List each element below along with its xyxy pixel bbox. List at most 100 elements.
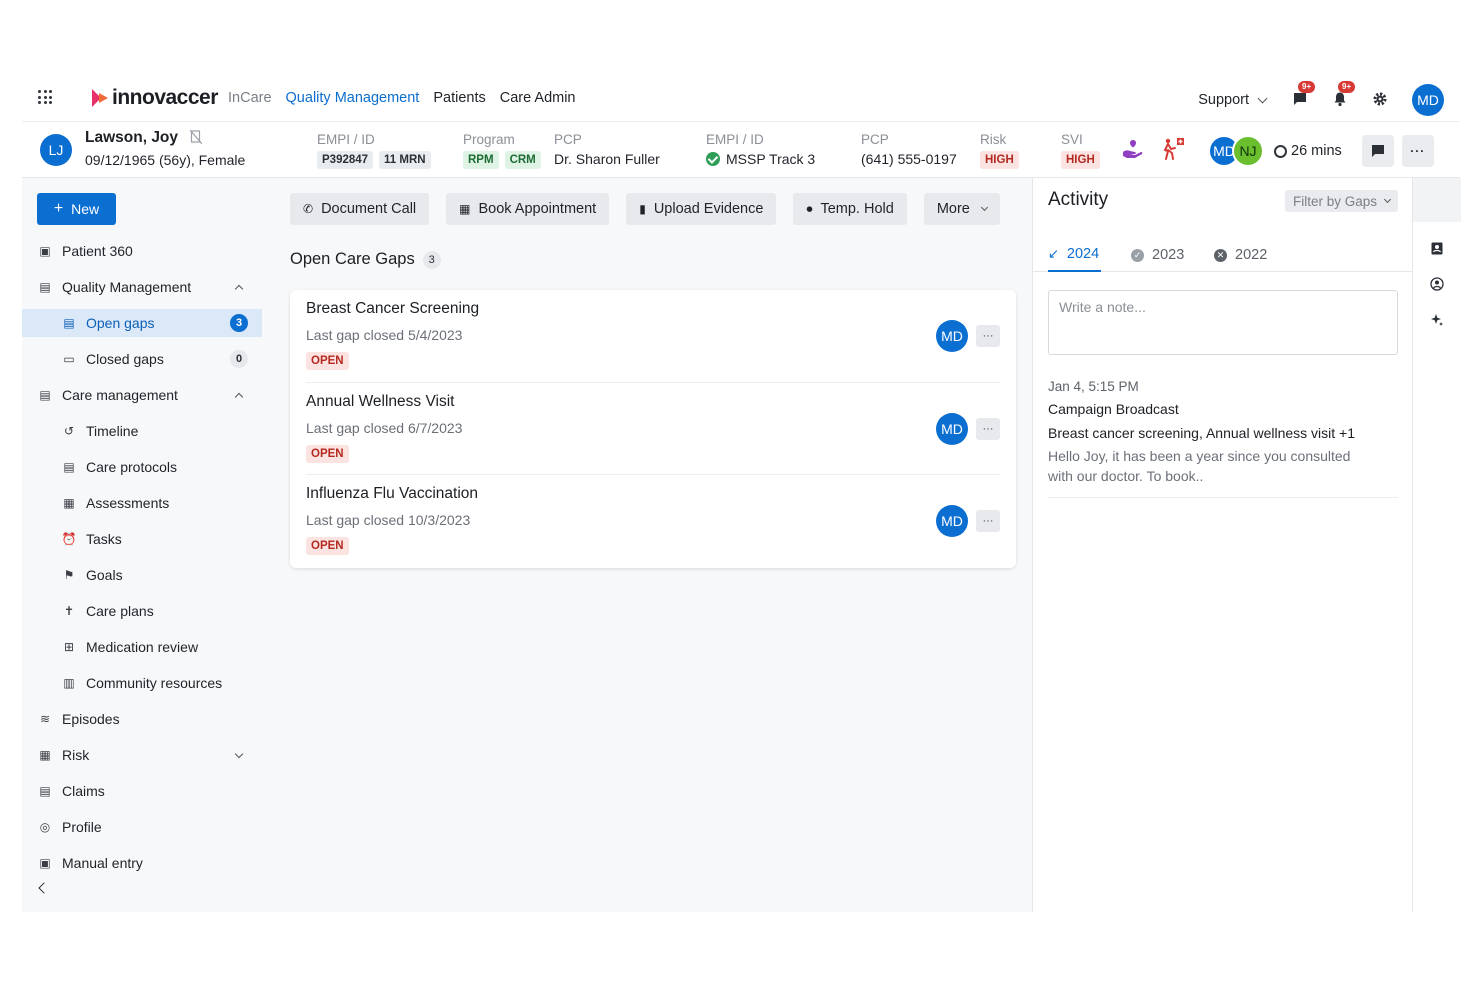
chevron-down-icon [980, 203, 988, 212]
upload-evidence-button[interactable]: ▮ Upload Evidence [626, 193, 777, 225]
tab-2023[interactable]: ✓ 2023 [1131, 238, 1184, 272]
sparkle-icon[interactable] [1430, 313, 1444, 327]
care-hand-icon[interactable] [1121, 137, 1145, 161]
tab-2022[interactable]: ✕ 2022 [1214, 238, 1267, 272]
nav-link-quality-management[interactable]: Quality Management [286, 90, 420, 106]
history-icon: ↺ [63, 424, 75, 438]
logo[interactable]: innovaccer [90, 86, 218, 110]
sidebar-item-profile[interactable]: ◎ Profile [22, 813, 262, 841]
mrn-chip[interactable]: 11 MRN [379, 151, 431, 169]
row-more-button[interactable]: ··· [976, 418, 1000, 440]
svi-chip: HIGH [1061, 151, 1100, 169]
bell-icon [1334, 92, 1346, 107]
messages-button[interactable]: 9+ [1292, 81, 1316, 109]
calendar-icon: ▦ [39, 748, 51, 762]
collapse-sidebar-icon[interactable] [38, 882, 50, 894]
note-input[interactable]: Write a note... [1048, 290, 1398, 355]
sidebar-item-patient-360[interactable]: ▣ Patient 360 [22, 237, 262, 265]
tab-2024[interactable]: ↙ 2024 [1048, 238, 1102, 272]
nav-right: Support 9+ 9+ MD [1198, 81, 1444, 118]
care-gap-row[interactable]: Influenza Flu Vaccination Last gap close… [306, 474, 1000, 566]
chevron-down-icon [234, 749, 244, 758]
row-more-button[interactable]: ··· [976, 325, 1000, 347]
document-off-icon[interactable] [189, 129, 203, 145]
notifications-button[interactable]: 9+ [1332, 81, 1356, 109]
care-gap-row[interactable]: Annual Wellness Visit Last gap closed 6/… [306, 382, 1000, 474]
nav-link-patients[interactable]: Patients [433, 90, 485, 106]
tab-label: 2022 [1235, 247, 1268, 263]
sidebar-item-assessments[interactable]: ▦ Assessments [22, 489, 262, 517]
sidebar-item-care-plans[interactable]: ✝ Care plans [22, 597, 262, 625]
sidebar-item-care-protocols[interactable]: ▤ Care protocols [22, 453, 262, 481]
sidebar-item-label: Care plans [86, 603, 154, 619]
activity-panel: Activity Filter by Gaps ↙ 2024 ✓ 2023 ✕ … [1032, 178, 1413, 912]
sidebar-item-closed-gaps[interactable]: ▭ Closed gaps 0 [22, 345, 262, 373]
contact-card-icon[interactable] [1430, 241, 1444, 255]
chevron-down-icon [1257, 93, 1268, 104]
user-avatar[interactable]: MD [1412, 84, 1444, 116]
pcp-field: PCP Dr. Sharon Fuller [554, 132, 660, 167]
chevron-up-icon [234, 284, 244, 294]
header-right: MD NJ 26 mins ··· [1208, 135, 1434, 167]
sidebar-item-manual-entry[interactable]: ▣ Manual entry [22, 849, 262, 877]
row-more-button[interactable]: ··· [976, 510, 1000, 532]
sidebar-item-risk[interactable]: ▦ Risk [22, 741, 262, 769]
sidebar-item-open-gaps[interactable]: ▤ Open gaps 3 [22, 309, 262, 337]
activity-gaps-line[interactable]: Breast cancer screening, Annual wellness… [1048, 425, 1355, 441]
activity-message: Hello Joy, it has been a year since you … [1048, 448, 1351, 484]
sidebar-item-label: Quality Management [62, 279, 192, 295]
care-gap-title: Influenza Flu Vaccination [306, 485, 479, 502]
sidebar-item-timeline[interactable]: ↺ Timeline [22, 417, 262, 445]
assignee-avatar[interactable]: MD [936, 320, 968, 352]
filter-by-gaps-dropdown[interactable]: Filter by Gaps [1284, 190, 1398, 212]
nav-link-incare[interactable]: InCare [228, 90, 272, 106]
fall-risk-icon[interactable] [1160, 136, 1186, 162]
plus-icon: + [53, 200, 64, 217]
temp-hold-button[interactable]: ⏺ Temp. Hold [793, 193, 907, 225]
care-gap-row[interactable]: Breast Cancer Screening Last gap closed … [306, 290, 1000, 382]
sidebar-item-quality-management[interactable]: ▤ Quality Management [22, 273, 262, 301]
upload-evidence-label: Upload Evidence [653, 201, 764, 217]
assignee-avatar[interactable]: MD [936, 505, 968, 537]
sidebar-item-episodes[interactable]: ≋ Episodes [22, 705, 262, 733]
app-grid-icon[interactable] [38, 90, 52, 104]
sidebar-item-label: Assessments [86, 495, 170, 511]
document-call-button[interactable]: ✆ Document Call [290, 193, 430, 225]
sidebar-item-label: Timeline [86, 423, 139, 439]
sidebar-item-medication-review[interactable]: ⊞ Medication review [22, 633, 262, 661]
sidebar-item-claims[interactable]: ▤ Claims [22, 777, 262, 805]
header-more-button[interactable]: ··· [1401, 135, 1434, 167]
sidebar-item-care-management[interactable]: ▤ Care management [22, 381, 262, 409]
chat-button[interactable] [1361, 135, 1394, 167]
new-button[interactable]: + New [37, 193, 116, 225]
more-label: More [936, 201, 970, 217]
settings-button[interactable] [1372, 91, 1390, 109]
assignee-avatar[interactable]: MD [936, 413, 968, 445]
sidebar-item-label: Profile [62, 819, 102, 835]
book-appointment-button[interactable]: ▦ Book Appointment [446, 193, 610, 225]
more-button[interactable]: More [923, 193, 1000, 225]
program-label: Program [463, 132, 515, 147]
nav-link-care-admin[interactable]: Care Admin [500, 90, 576, 106]
sidebar-item-community-resources[interactable]: ▥ Community resources [22, 669, 262, 697]
main-content: ✆ Document Call ▦ Book Appointment ▮ Upl… [262, 178, 1032, 912]
sidebar-item-label: Tasks [86, 531, 122, 547]
sidebar-item-tasks[interactable]: ⏰ Tasks [22, 525, 262, 553]
chevron-up-icon [234, 392, 244, 402]
new-label: New [71, 201, 100, 217]
closed-gaps-count: 0 [230, 350, 248, 368]
patient-name[interactable]: Lawson, Joy [85, 129, 203, 147]
medication-icon: ⊞ [63, 640, 75, 654]
care-gap-last-closed: Last gap closed 6/7/2023 [306, 420, 463, 436]
chat-icon [1371, 145, 1384, 157]
empi-label: EMPI / ID [317, 132, 375, 147]
top-navigation: innovaccer InCare Quality Management Pat… [22, 78, 1460, 122]
sidebar-item-goals[interactable]: ⚑ Goals [22, 561, 262, 589]
care-team-avatars[interactable]: MD NJ [1208, 135, 1264, 167]
patient-header: LJ Lawson, Joy 09/12/1965 (56y), Female … [22, 123, 1460, 178]
right-rail [1412, 178, 1461, 912]
support-menu[interactable]: Support [1198, 92, 1268, 108]
app-tabs: InCare Quality Management Patients Care … [228, 90, 576, 106]
more-dots-icon: ··· [1410, 144, 1426, 158]
user-circle-icon[interactable] [1430, 277, 1444, 291]
